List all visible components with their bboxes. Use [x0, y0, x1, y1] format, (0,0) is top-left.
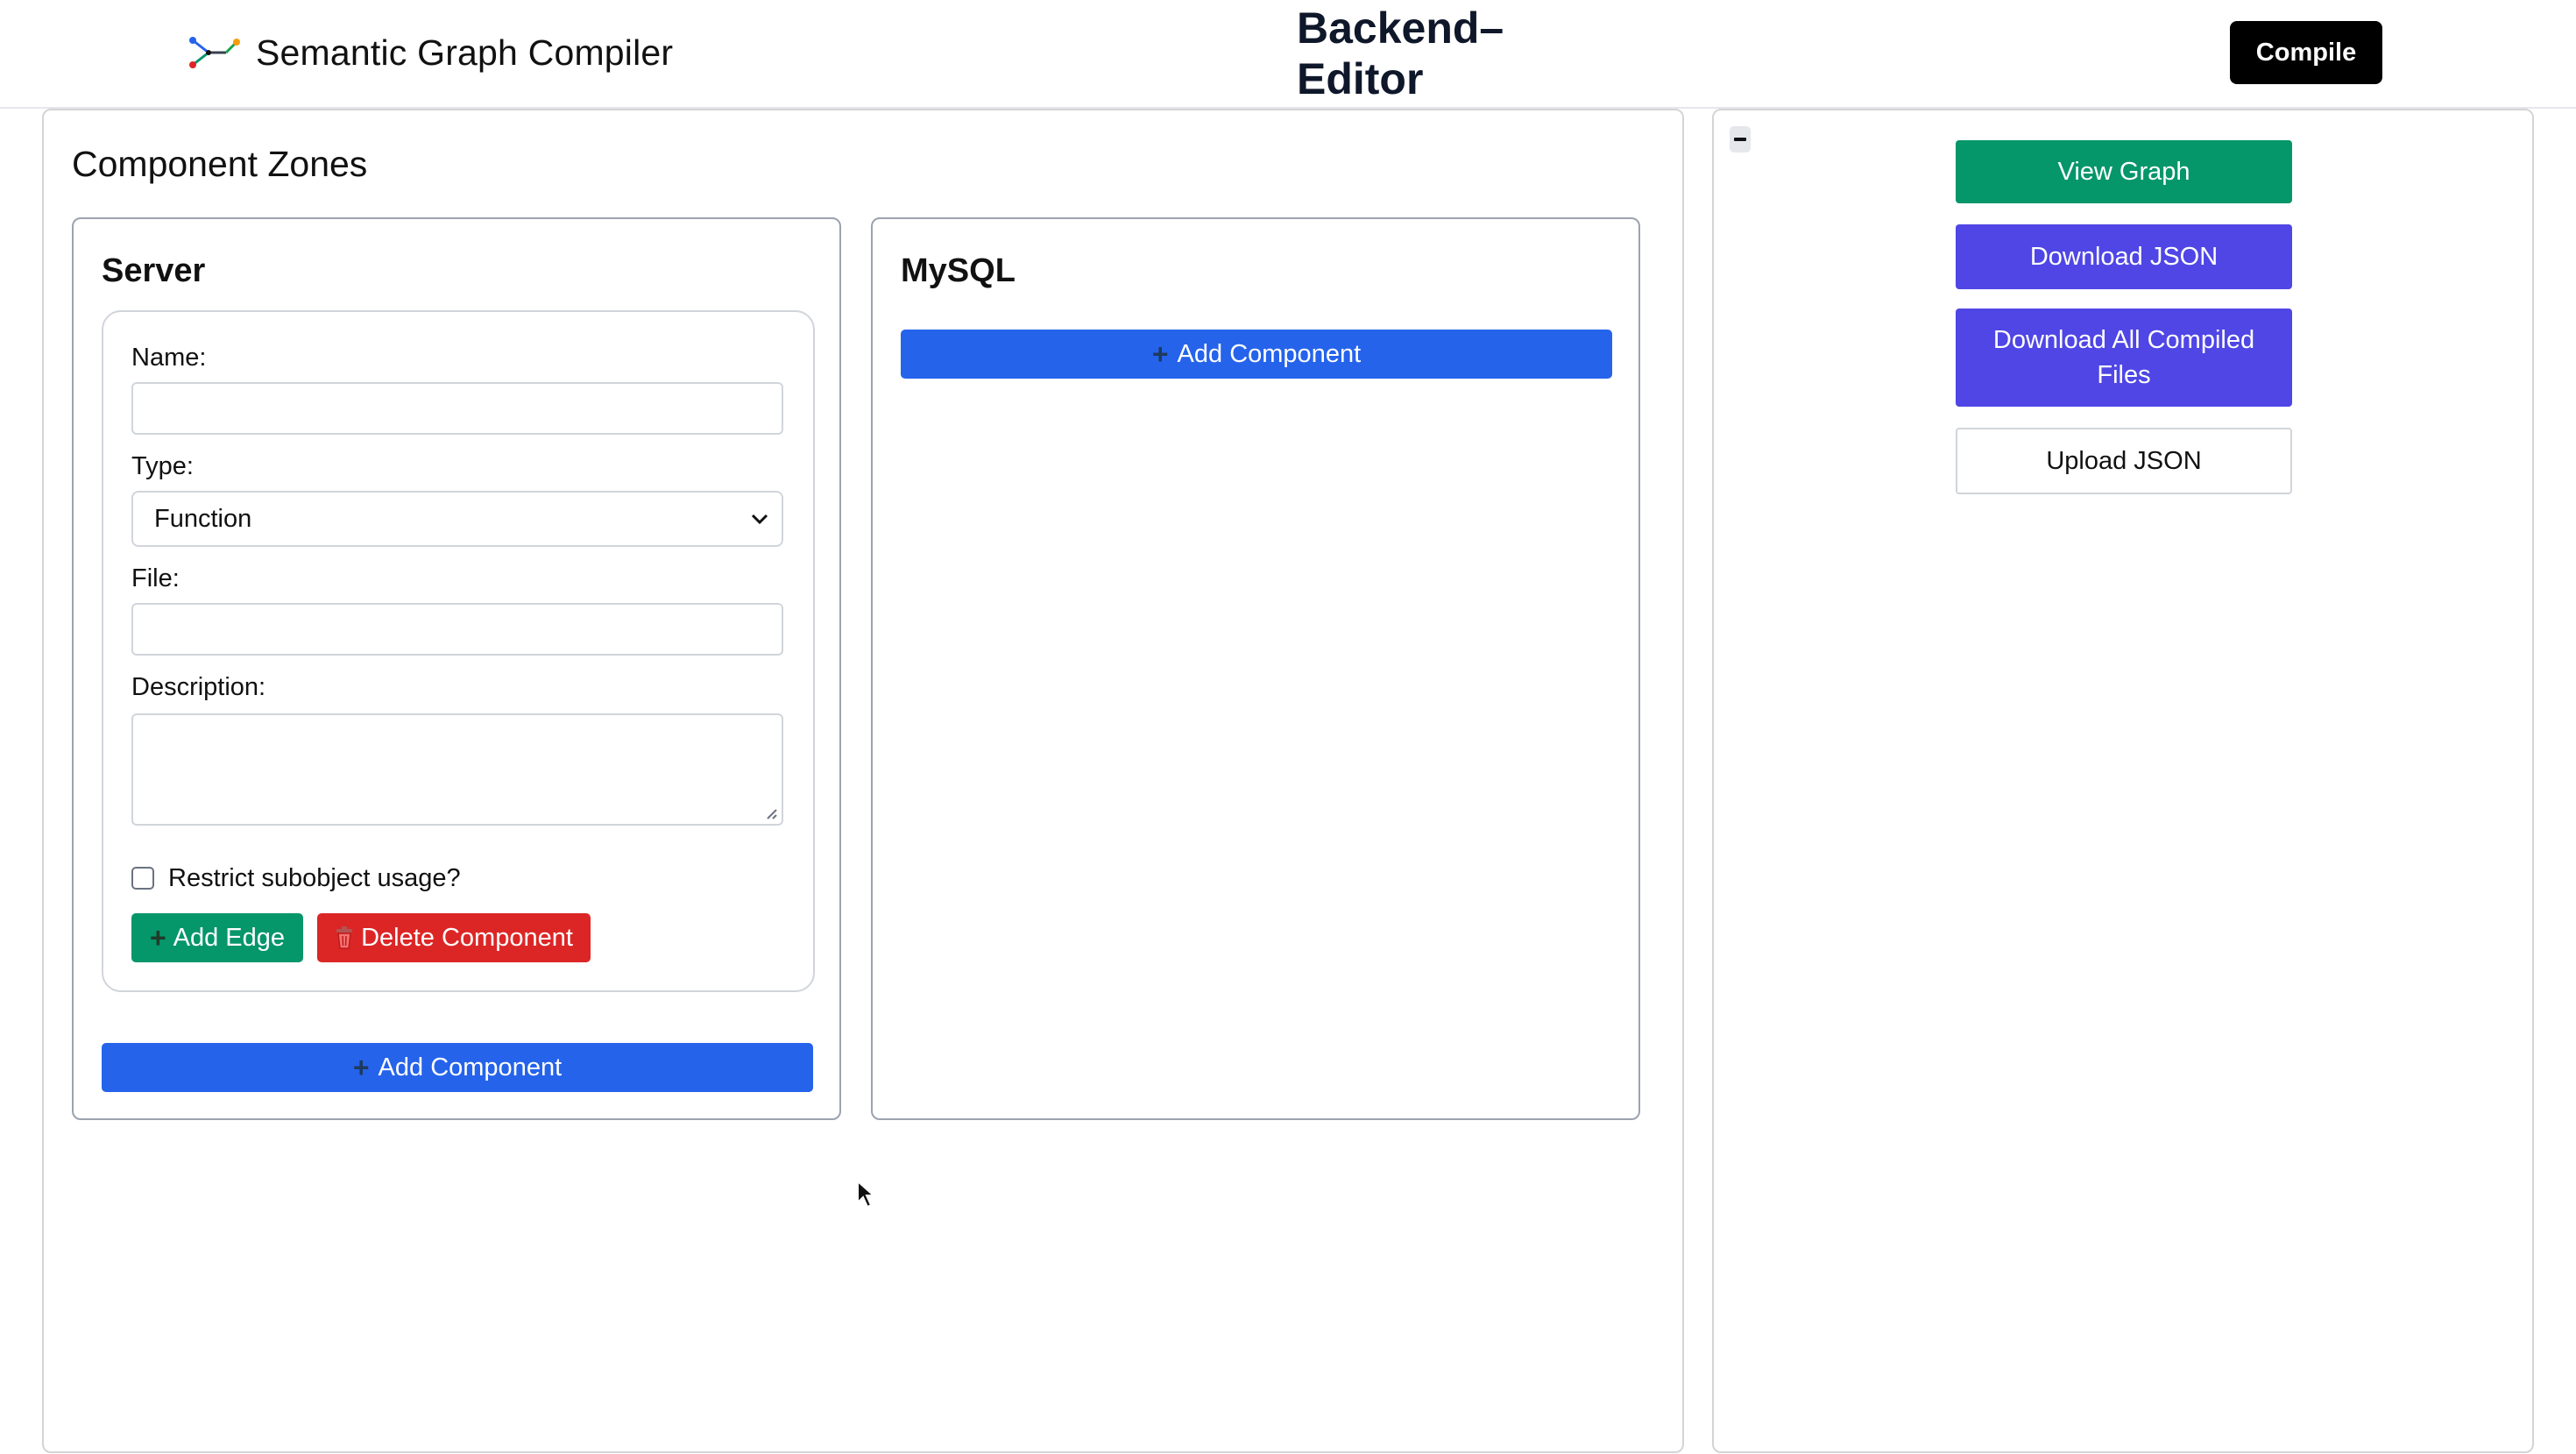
mouse-cursor-icon — [857, 1180, 876, 1209]
name-input[interactable] — [131, 382, 783, 435]
page-title: Backend–Editor — [1297, 4, 1504, 103]
component-card: Name: Type: Function File: Description: — [102, 310, 815, 992]
add-component-label: Add Component — [378, 1053, 563, 1082]
plus-icon: + — [1151, 338, 1169, 370]
zone-server: Server Name: Type: Function File: Descri… — [72, 217, 876, 1209]
upload-json-button[interactable]: Upload JSON — [1956, 428, 2292, 494]
name-label: Name: — [131, 344, 207, 372]
download-all-compiled-files-button[interactable]: Download All Compiled Files — [1956, 309, 2292, 407]
zone-mysql: MySQL + Add Component — [871, 217, 1640, 1120]
component-zones-panel: Component Zones Server Name: Type: Funct… — [42, 109, 1684, 1453]
zone-title: MySQL — [901, 252, 1016, 289]
zones-title: Component Zones — [72, 144, 368, 184]
add-component-button-server[interactable]: + Add Component — [102, 1043, 813, 1092]
type-select-value: Function — [154, 504, 252, 533]
zone-title: Server — [102, 252, 206, 289]
compile-button[interactable]: Compile — [2230, 21, 2382, 84]
add-component-button-mysql[interactable]: + Add Component — [901, 330, 1612, 379]
add-edge-label: Add Edge — [173, 923, 286, 952]
add-component-label: Add Component — [1177, 339, 1362, 368]
file-label: File: — [131, 564, 180, 592]
restrict-subobject-row[interactable]: Restrict subobject usage? — [131, 862, 461, 894]
plus-icon: + — [149, 922, 166, 954]
description-textarea[interactable] — [131, 713, 783, 826]
description-label: Description: — [131, 673, 266, 701]
chevron-down-icon — [751, 514, 768, 525]
delete-component-button[interactable]: Delete Component — [317, 913, 591, 962]
delete-component-label: Delete Component — [361, 923, 573, 952]
app-name: Semantic Graph Compiler — [256, 32, 674, 73]
type-select[interactable]: Function — [131, 491, 783, 547]
brand: Semantic Graph Compiler — [186, 26, 673, 79]
restrict-subobject-label: Restrict subobject usage? — [168, 863, 461, 892]
view-graph-button[interactable]: View Graph — [1956, 140, 2292, 203]
graph-logo-icon — [189, 37, 240, 68]
trash-icon — [336, 926, 353, 949]
file-input[interactable] — [131, 603, 783, 656]
component-actions: + Add Edge Delete Component — [131, 913, 591, 962]
minus-icon — [1734, 138, 1746, 141]
resize-grip-icon[interactable] — [764, 806, 778, 820]
type-label: Type: — [131, 452, 194, 480]
actions-panel: View Graph Download JSON Download All Co… — [1712, 109, 2534, 1453]
collapse-panel-button[interactable] — [1730, 126, 1751, 152]
add-edge-button[interactable]: + Add Edge — [131, 913, 303, 962]
plus-icon: + — [352, 1052, 370, 1083]
download-json-button[interactable]: Download JSON — [1956, 224, 2292, 289]
app-header: Semantic Graph Compiler Backend–Editor C… — [0, 0, 2576, 109]
restrict-subobject-checkbox[interactable] — [131, 867, 154, 890]
